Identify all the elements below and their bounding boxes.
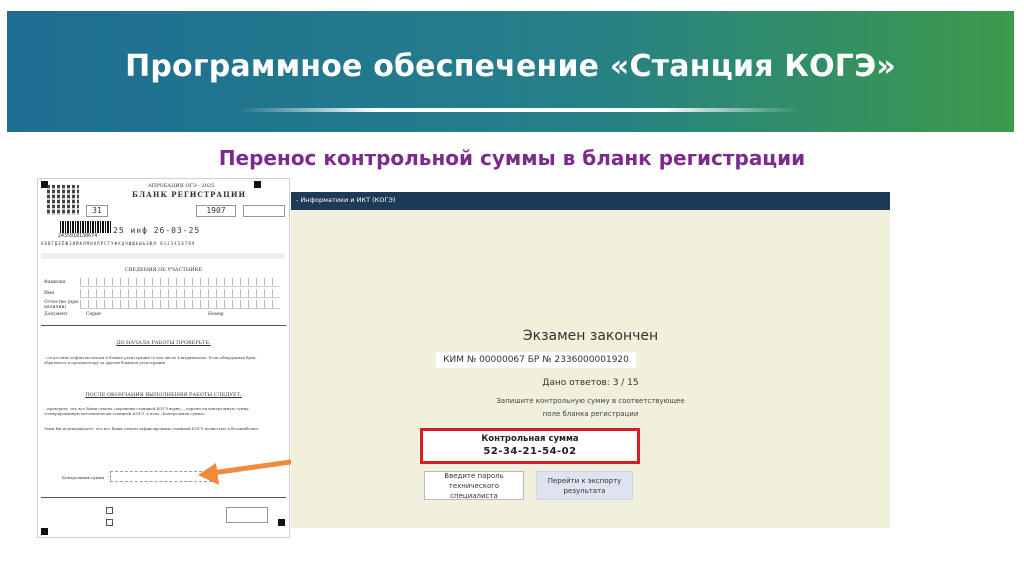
screen-header: - Информатики и ИКТ (КОГЭ) — [291, 192, 890, 210]
instruction-line-1: Запишите контрольную сумму в соответству… — [496, 397, 685, 405]
export-results-button[interactable]: Перейти к экспорту результата — [536, 471, 633, 500]
instruction-line-2: поле бланка регистрации — [542, 410, 639, 418]
checksum-label: Контрольная сумма — [481, 434, 579, 444]
answers-count: Дано ответов: 3 / 15 — [542, 378, 639, 388]
instruction-text: Запишите контрольную сумму в соответству… — [291, 395, 890, 421]
export-line-1: Перейти к экспорту — [547, 476, 622, 485]
kim-info: КИМ № 00000067 БР № 2336000001920 — [436, 352, 636, 368]
checksum-value: 52-34-21-54-02 — [483, 446, 577, 457]
exam-finished-heading: Экзамен закончен — [522, 328, 659, 344]
enter-password-line-1: Введите пароль — [444, 471, 504, 480]
export-line-2: результата — [563, 486, 606, 495]
station-screen: - Информатики и ИКТ (КОГЭ) Экзамен закон… — [291, 192, 890, 528]
screen-header-text: - Информатики и ИКТ (КОГЭ) — [296, 196, 396, 204]
enter-password-button[interactable]: Введите пароль технического специалиста — [424, 471, 524, 500]
arrow-head — [198, 463, 219, 485]
checksum-box: Контрольная сумма 52-34-21-54-02 — [420, 428, 640, 464]
enter-password-line-2: технического специалиста — [448, 481, 500, 500]
